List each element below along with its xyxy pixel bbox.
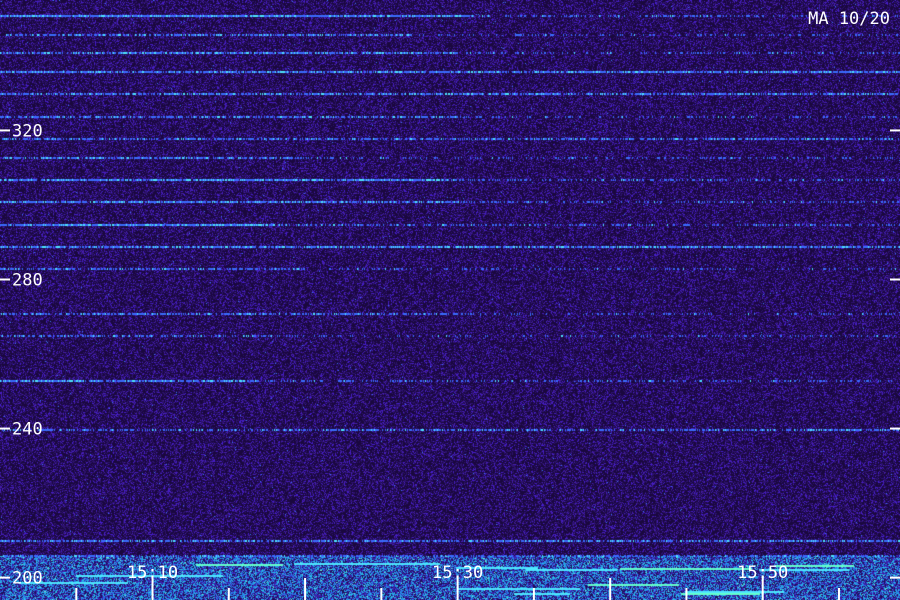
- x-tick-label: 15:50: [737, 563, 788, 583]
- axis-overlay: MA 10/20 320 280 240 200 15:10 15:30 15:50: [0, 9, 900, 600]
- station-label: MA 10/20: [808, 9, 890, 29]
- x-axis-ticks: 15:10 15:30 15:50: [75, 563, 840, 600]
- y-axis-ticks: 320 280 240 200: [0, 121, 900, 589]
- y-tick-label: 240: [12, 420, 43, 440]
- y-tick-label: 280: [12, 271, 43, 291]
- y-tick-label: 320: [12, 121, 43, 141]
- x-tick-label: 15:30: [432, 563, 483, 583]
- x-tick-label: 15:10: [127, 563, 178, 583]
- spectrogram-view: MA 10/20 320 280 240 200 15:10 15:30 15:50: [0, 0, 900, 600]
- y-tick-label: 200: [12, 569, 43, 589]
